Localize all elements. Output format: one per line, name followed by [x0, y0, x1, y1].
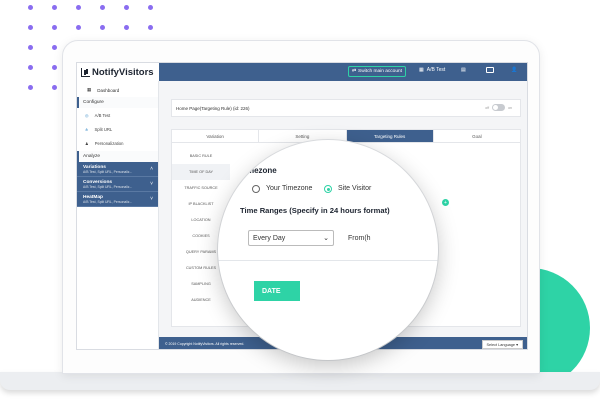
split-icon: ⋔: [85, 126, 89, 132]
brand-name: NotifyVisitors: [92, 66, 154, 78]
globe-icon: ◎: [85, 112, 89, 118]
group-subtitle: A/B Test, Split URL, Personaliz...: [83, 170, 133, 174]
language-select[interactable]: Select Language ▾: [481, 340, 523, 349]
chevron-down-icon: ⌄: [323, 235, 329, 242]
status-toggle[interactable]: [492, 104, 506, 111]
dashboard-icon: ▦: [87, 87, 92, 92]
toggle-on-label: on: [508, 105, 512, 110]
page-title: Home Page(Targeting Rule) (id: 226): [176, 105, 250, 111]
timezone-title: Timezone: [240, 166, 277, 175]
magnifier-lens: Timezone Your Timezone Site Visitor Time…: [218, 140, 438, 360]
user-icon[interactable]: 👤: [511, 67, 517, 73]
sidebar-section-analyze: Analyze: [77, 151, 158, 162]
switch-icon: ⇄: [351, 69, 357, 74]
switch-account-button[interactable]: ⇄ Switch main account: [348, 66, 406, 77]
radio-your-timezone-label: Your Timezone: [266, 185, 313, 192]
sidebar-group-heatmap[interactable]: HeatMap A/B Test, Split URL, Personaliz.…: [77, 192, 158, 207]
laptop-base: [0, 372, 600, 390]
sidebar-group-variations[interactable]: Variations A/B Test, Split URL, Personal…: [77, 162, 158, 177]
group-subtitle: A/B Test, Split URL, Personaliz...: [83, 185, 133, 189]
chevron-up-icon: ˄: [150, 166, 153, 172]
chevron-down-icon: ˅: [150, 196, 153, 202]
page-header: Home Page(Targeting Rule) (id: 226) off …: [171, 99, 521, 117]
sidebar-item-label: Dashboard: [97, 87, 120, 93]
group-subtitle: A/B Test, Split URL, Personaliz...: [83, 200, 133, 204]
day-select-value: Every Day: [253, 234, 286, 242]
sidebar-item-label: Personalization: [94, 140, 124, 146]
grid-icon: ▦: [419, 67, 424, 73]
sidebar-item-split-url[interactable]: ⋔ Split URL: [77, 122, 158, 136]
sidebar-item-label: Split URL: [94, 126, 113, 132]
sidebar-item-personalization[interactable]: ♟ Personalization: [77, 136, 158, 150]
divider: [218, 260, 438, 261]
card-icon[interactable]: [486, 67, 494, 73]
account-menu[interactable]: ▦ A/B Test: [419, 67, 445, 73]
add-time-range-button[interactable]: +: [442, 199, 449, 206]
radio-site-visitor[interactable]: [324, 185, 332, 193]
brand-logo[interactable]: NotifyVisitors: [77, 63, 159, 81]
time-ranges-heading: Time Ranges (Specify in 24 hours format): [240, 206, 390, 215]
chart-logo-icon: [81, 67, 90, 77]
person-icon: ♟: [85, 140, 89, 146]
top-bar: NotifyVisitors ⇄ Switch main account ▦ A…: [77, 63, 527, 81]
sidebar-item-label: A/B Test: [94, 112, 111, 118]
tab-goal[interactable]: Goal: [434, 130, 520, 142]
radio-your-timezone[interactable]: [252, 185, 260, 193]
sidebar-item-dashboard[interactable]: ▦ Dashboard: [77, 83, 158, 97]
switch-account-label: Switch main account: [358, 69, 403, 74]
sidebar: ▦ Dashboard Configure ◎ A/B Test ⋔ Split…: [77, 81, 159, 349]
sidebar-item-ab-test[interactable]: ◎ A/B Test: [77, 108, 158, 122]
sidebar-section-configure: Configure: [77, 97, 158, 108]
document-icon[interactable]: ▤: [461, 67, 466, 73]
day-select[interactable]: Every Day ⌄: [248, 230, 334, 246]
update-button-label: DATE: [262, 287, 281, 295]
language-select-label: Select Language: [486, 343, 516, 347]
chevron-down-icon: ˅: [150, 181, 153, 187]
status-toggle-group: off on: [485, 104, 512, 111]
from-time-input[interactable]: From(h: [348, 235, 371, 242]
sidebar-group-conversions[interactable]: Conversions A/B Test, Split URL, Persona…: [77, 177, 158, 192]
radio-site-visitor-label: Site Visitor: [338, 185, 372, 192]
update-button[interactable]: DATE: [254, 281, 300, 301]
toggle-off-label: off: [485, 105, 490, 110]
account-label: A/B Test: [426, 67, 446, 73]
